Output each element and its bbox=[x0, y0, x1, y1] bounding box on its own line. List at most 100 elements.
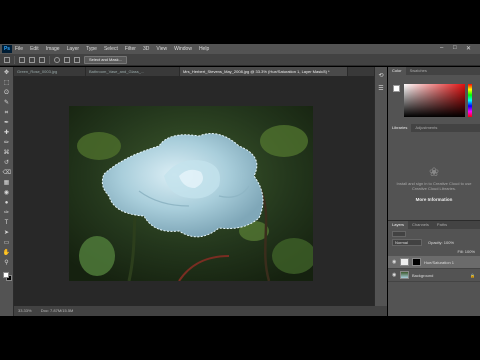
layer-mask-thumbnail[interactable] bbox=[412, 258, 421, 266]
document-tabs: Green_Rose_0003.jpg Bathroom_Vase_and_Gl… bbox=[14, 67, 387, 76]
layers-panel: Layers Channels Paths Normal Opacity: 10… bbox=[388, 220, 480, 316]
eraser-icon[interactable]: ⌫ bbox=[3, 169, 11, 177]
healing-icon[interactable]: ✚ bbox=[3, 129, 11, 137]
zoom-icon[interactable]: ⚲ bbox=[3, 259, 11, 267]
document-canvas[interactable] bbox=[69, 106, 313, 281]
color-panel-foreground[interactable] bbox=[393, 85, 400, 92]
layers-filter-row bbox=[388, 229, 480, 238]
fill-field[interactable]: Fill: 100% bbox=[457, 249, 475, 254]
path-select-icon[interactable]: ➤ bbox=[3, 229, 11, 237]
tool-preset-icon[interactable] bbox=[4, 56, 10, 63]
libraries-message: Install and sign in to Creative Cloud to… bbox=[396, 181, 472, 191]
stamp-icon[interactable]: ⌘ bbox=[3, 149, 11, 157]
brush-icon[interactable]: ✏ bbox=[3, 139, 11, 147]
pen-icon[interactable]: ✑ bbox=[3, 209, 11, 217]
panel-dock-strip: ⟲ ☰ bbox=[374, 67, 387, 306]
zoom-level[interactable]: 33.33% bbox=[18, 308, 32, 313]
auto-enhance-checkbox[interactable] bbox=[74, 56, 80, 63]
more-information-link[interactable]: More Information bbox=[396, 197, 472, 202]
options-bar: Select and Mask... bbox=[0, 54, 480, 66]
color-spectrum[interactable] bbox=[404, 84, 465, 117]
layer-name: Hue/Saturation 1 bbox=[424, 259, 455, 265]
sample-all-layers-checkbox[interactable] bbox=[64, 56, 70, 63]
layer-name: Background bbox=[412, 272, 434, 278]
menu-window[interactable]: Window bbox=[174, 46, 192, 52]
tools-panel: ✥ ⬚ ʘ ✎ ⌗ ✒ ✚ ✏ ⌘ ↺ ⌫ ▦ ◉ ● ✑ T ➤ ▭ ✋ ⚲ bbox=[0, 67, 14, 316]
adjustment-thumbnail bbox=[400, 258, 409, 266]
menu-type[interactable]: Type bbox=[86, 46, 97, 52]
menu-filter[interactable]: Filter bbox=[125, 46, 136, 52]
letterbox-top bbox=[0, 0, 480, 44]
select-and-mask-button[interactable]: Select and Mask... bbox=[84, 55, 127, 64]
menu-help[interactable]: Help bbox=[199, 46, 209, 52]
menu-file[interactable]: File bbox=[15, 46, 23, 52]
photoshop-logo: Ps bbox=[2, 45, 12, 53]
menu-edit[interactable]: Edit bbox=[30, 46, 39, 52]
history-brush-icon[interactable]: ↺ bbox=[3, 159, 11, 167]
close-button[interactable]: ✕ bbox=[466, 45, 471, 52]
tab-paths[interactable]: Paths bbox=[433, 221, 451, 229]
tab-channels[interactable]: Channels bbox=[408, 221, 433, 229]
menu-select[interactable]: Select bbox=[104, 46, 118, 52]
divider bbox=[49, 55, 50, 64]
new-selection-icon[interactable] bbox=[19, 56, 25, 63]
opacity-field[interactable]: Opacity: 100% bbox=[428, 240, 454, 245]
tab-color[interactable]: Color bbox=[388, 67, 406, 75]
right-panels: Color Swatches Libraries Adjustments ❀ I… bbox=[388, 67, 480, 316]
color-panel-tabs: Color Swatches bbox=[388, 67, 480, 75]
menu-3d[interactable]: 3D bbox=[143, 46, 149, 52]
move-icon[interactable]: ✥ bbox=[3, 69, 11, 77]
minimize-button[interactable]: – bbox=[440, 45, 443, 51]
menu-view[interactable]: View bbox=[156, 46, 167, 52]
hue-slider[interactable] bbox=[468, 84, 472, 117]
tab-mrs-herbert-stevens[interactable]: Mrs_Herbert_Stevens_May_2008.jpg @ 33.3%… bbox=[180, 67, 348, 76]
subtract-selection-icon[interactable] bbox=[39, 56, 45, 63]
blend-row: Normal Opacity: 100% bbox=[388, 238, 480, 247]
rose-photo-image bbox=[69, 106, 313, 281]
foreground-color-swatch[interactable] bbox=[3, 272, 9, 278]
layer-row-hue-saturation[interactable]: ◉ Hue/Saturation 1 bbox=[388, 256, 480, 269]
layers-panel-tabs: Layers Channels Paths bbox=[388, 221, 480, 229]
tab-green-rose[interactable]: Green_Rose_0003.jpg bbox=[14, 67, 86, 76]
marquee-icon[interactable]: ⬚ bbox=[3, 79, 11, 87]
dodge-icon[interactable]: ● bbox=[3, 199, 11, 207]
blend-mode-select[interactable]: Normal bbox=[392, 239, 422, 246]
hand-icon[interactable]: ✋ bbox=[3, 249, 11, 257]
history-icon[interactable]: ⟲ bbox=[378, 73, 385, 80]
menu-layer[interactable]: Layer bbox=[67, 46, 80, 52]
add-selection-icon[interactable] bbox=[29, 56, 35, 63]
libraries-panel-tabs: Libraries Adjustments bbox=[388, 124, 480, 132]
quick-select-icon[interactable]: ✎ bbox=[3, 99, 11, 107]
menu-bar: Ps File Edit Image Layer Type Select Fil… bbox=[0, 44, 480, 54]
brush-size-icon[interactable] bbox=[54, 56, 60, 63]
properties-icon[interactable]: ☰ bbox=[378, 86, 385, 93]
fill-row: Fill: 100% bbox=[388, 247, 480, 256]
color-swatches[interactable] bbox=[0, 271, 14, 285]
lock-icon: 🔒 bbox=[470, 272, 475, 278]
tab-bathroom-vase[interactable]: Bathroom_Vase_and_Glass_... bbox=[86, 67, 180, 76]
letterbox-bottom bbox=[0, 316, 480, 360]
status-bar: 33.33% Doc: 7.87M/15.5M bbox=[14, 306, 387, 316]
menu-image[interactable]: Image bbox=[46, 46, 60, 52]
background-thumbnail bbox=[400, 271, 409, 279]
document-size: Doc: 7.87M/15.5M bbox=[40, 308, 74, 313]
tab-swatches[interactable]: Swatches bbox=[406, 67, 431, 75]
creative-cloud-icon: ❀ bbox=[428, 165, 440, 179]
maximize-button[interactable]: □ bbox=[453, 45, 457, 51]
type-icon[interactable]: T bbox=[3, 219, 11, 227]
lasso-icon[interactable]: ʘ bbox=[3, 89, 11, 97]
layer-row-background[interactable]: ◉ Background 🔒 bbox=[388, 269, 480, 282]
crop-icon[interactable]: ⌗ bbox=[3, 109, 11, 117]
tab-libraries[interactable]: Libraries bbox=[388, 124, 412, 132]
tab-adjustments[interactable]: Adjustments bbox=[411, 124, 441, 132]
blur-icon[interactable]: ◉ bbox=[3, 189, 11, 197]
shape-icon[interactable]: ▭ bbox=[3, 239, 11, 247]
gradient-icon[interactable]: ▦ bbox=[3, 179, 11, 187]
tab-layers[interactable]: Layers bbox=[388, 221, 409, 229]
visibility-eye-icon[interactable]: ◉ bbox=[392, 259, 397, 265]
layer-kind-filter[interactable] bbox=[392, 230, 406, 237]
libraries-message-block: Install and sign in to Creative Cloud to… bbox=[396, 181, 472, 202]
eyedropper-icon[interactable]: ✒ bbox=[3, 119, 11, 127]
divider bbox=[14, 55, 15, 64]
visibility-eye-icon[interactable]: ◉ bbox=[392, 272, 397, 278]
